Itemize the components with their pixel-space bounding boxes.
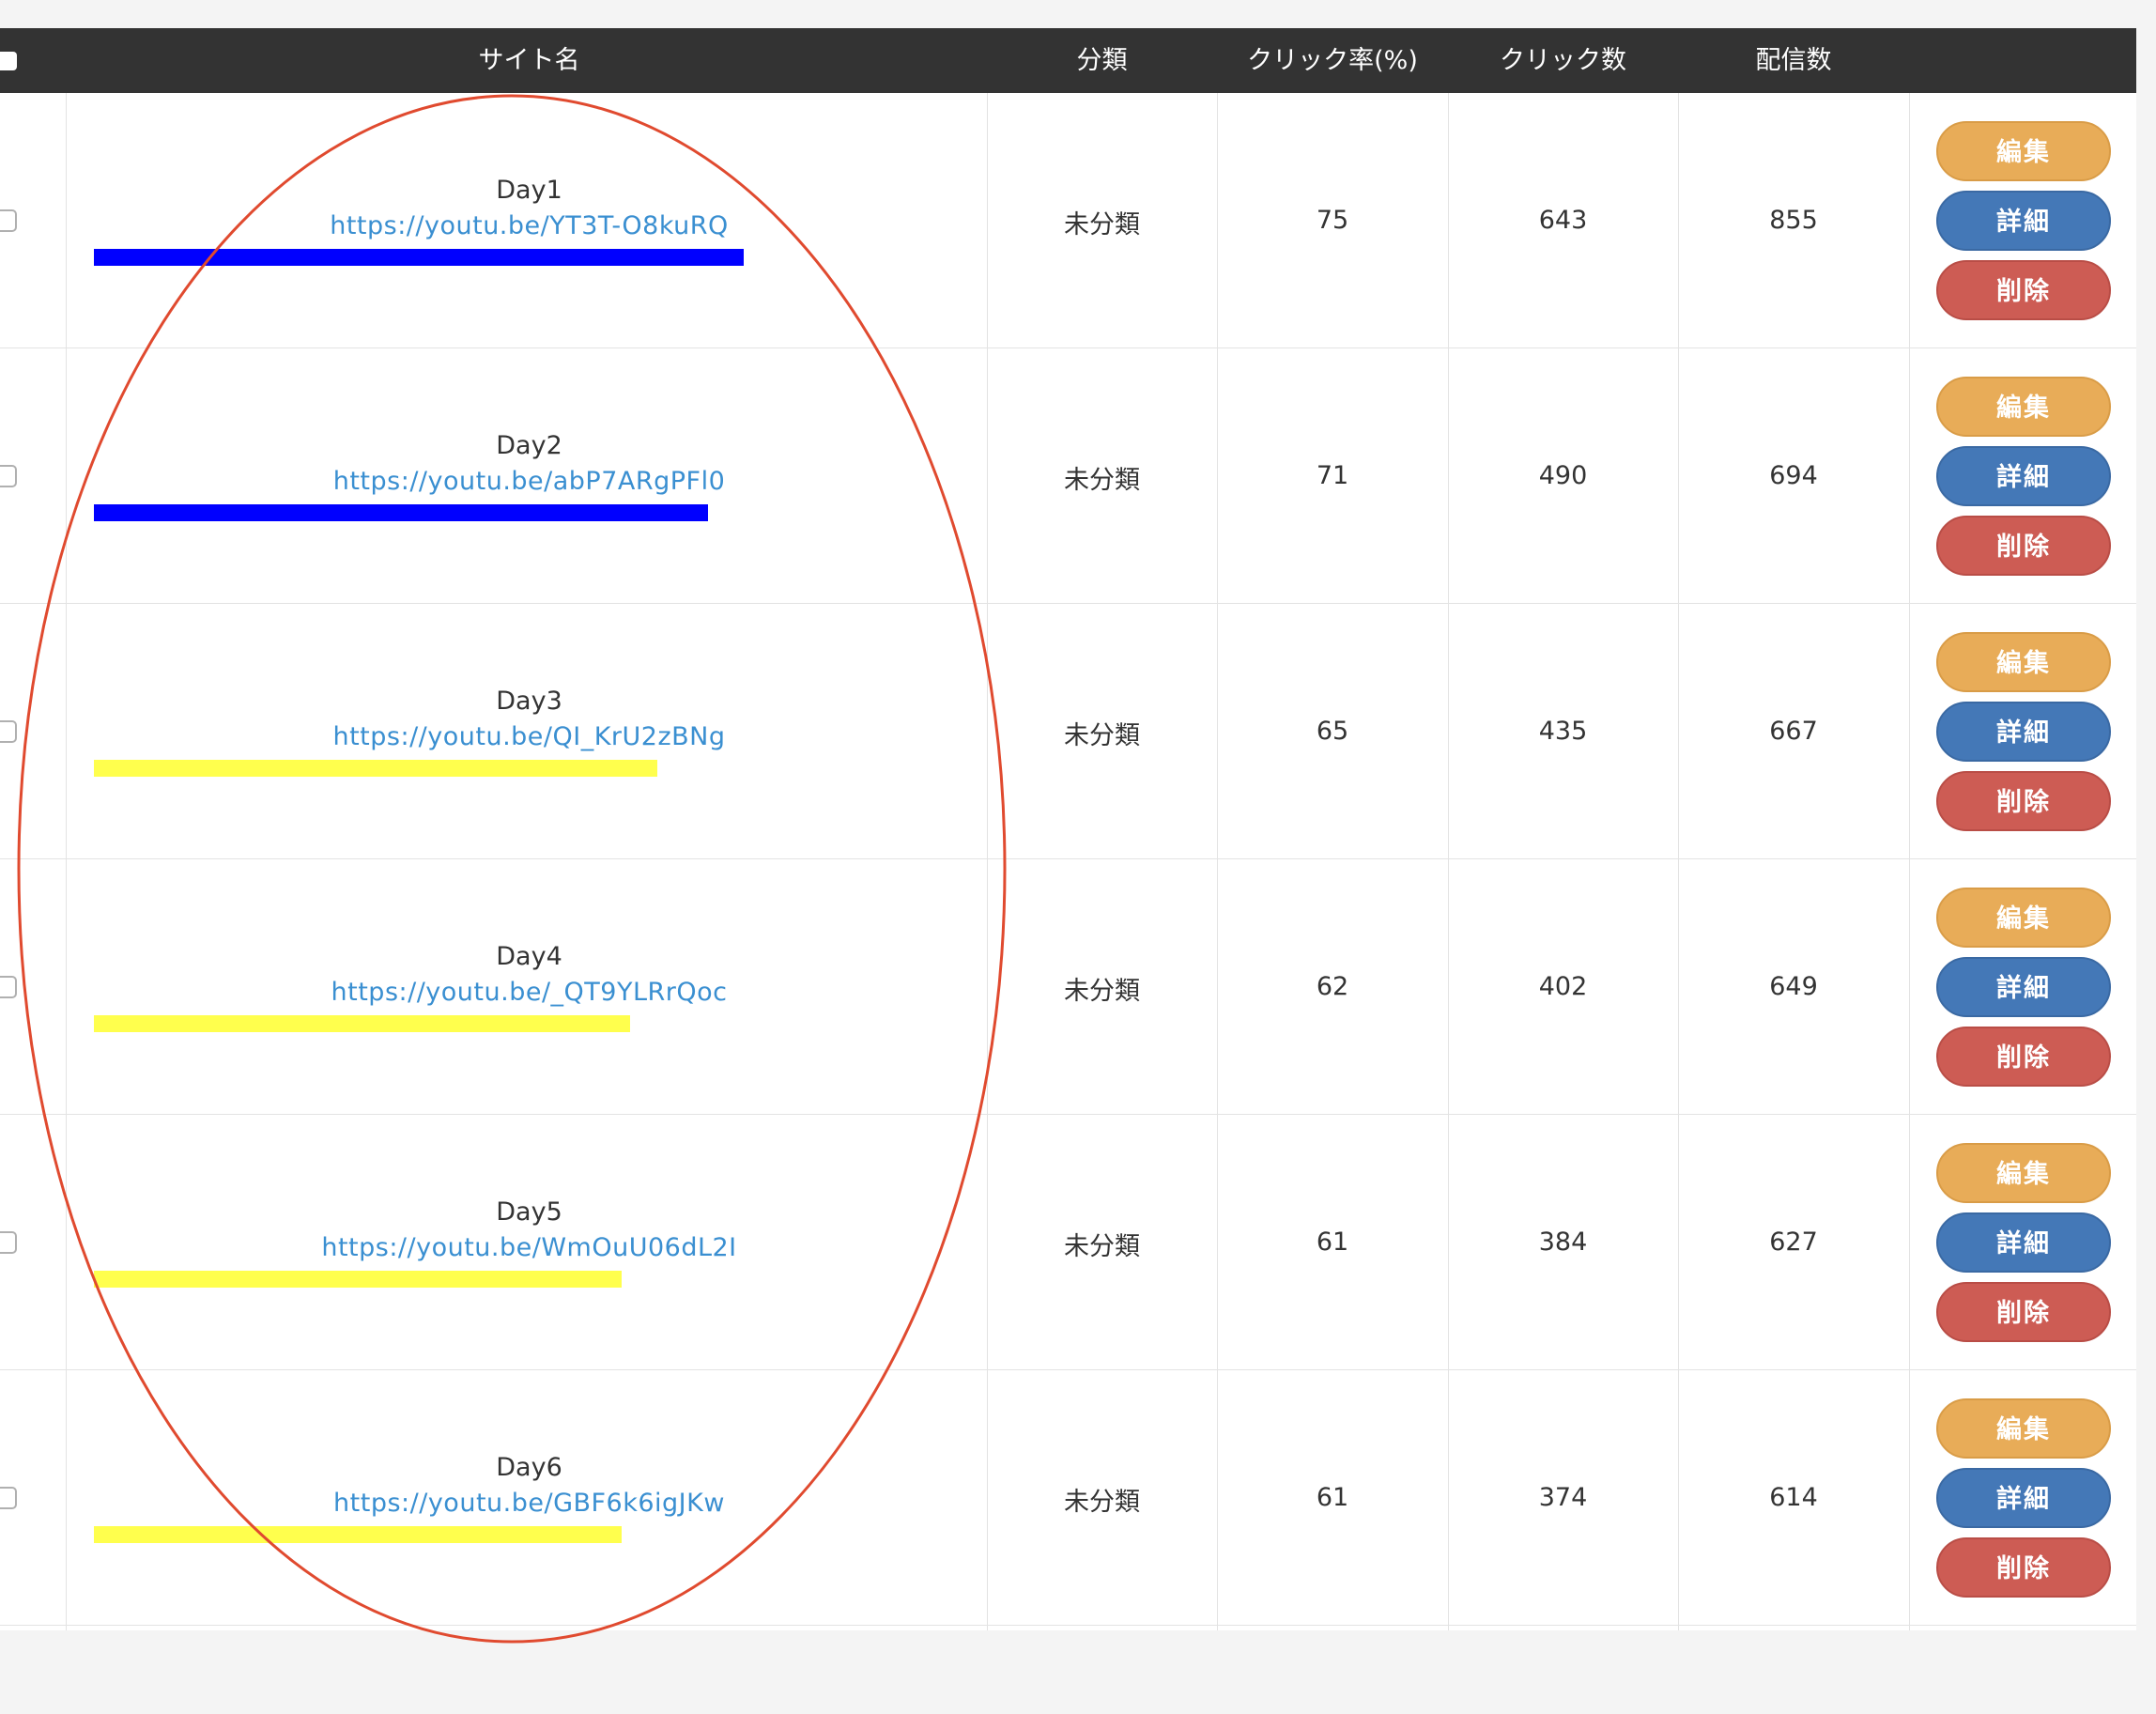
detail-button[interactable]: 詳細 xyxy=(1936,191,2111,251)
detail-button[interactable]: 詳細 xyxy=(1936,702,2111,762)
deliveries-cell: 855 xyxy=(1769,206,1818,235)
deliveries-cell: 627 xyxy=(1769,1228,1818,1257)
table-row: Day1 https://youtu.be/YT3T-O8kuRQ 未分類 75… xyxy=(0,93,2136,348)
ctr-cell: 61 xyxy=(1316,1228,1349,1257)
edit-button[interactable]: 編集 xyxy=(1936,1398,2111,1459)
category-cell: 未分類 xyxy=(1064,1488,1140,1517)
table-row: Day3 https://youtu.be/QI_KrU2zBNg 未分類 65… xyxy=(0,604,2136,859)
edit-button[interactable]: 編集 xyxy=(1936,632,2111,692)
highlight-marker xyxy=(94,1526,622,1543)
site-title: Day2 xyxy=(496,431,562,460)
report-table: サイト名 分類 クリック率(%) クリック数 配信数 Day1 https://… xyxy=(0,28,2136,1630)
header-ctr[interactable]: クリック率(%) xyxy=(1217,28,1448,93)
site-title: Day5 xyxy=(496,1197,562,1227)
delete-button[interactable]: 削除 xyxy=(1936,516,2111,576)
highlight-marker xyxy=(94,249,744,266)
site-title: Day3 xyxy=(496,687,562,716)
detail-button[interactable]: 詳細 xyxy=(1936,446,2111,506)
edit-button[interactable]: 編集 xyxy=(1936,1143,2111,1203)
site-url-link[interactable]: https://youtu.be/YT3T-O8kuRQ xyxy=(67,211,992,240)
table-row: Day4 https://youtu.be/_QT9YLRrQoc 未分類 62… xyxy=(0,859,2136,1115)
row-checkbox[interactable] xyxy=(0,209,17,232)
site-url-link[interactable]: https://youtu.be/WmOuU06dL2I xyxy=(67,1233,992,1262)
deliveries-cell: 614 xyxy=(1769,1483,1818,1512)
select-all-checkbox[interactable] xyxy=(0,52,17,70)
row-checkbox[interactable] xyxy=(0,1487,17,1509)
edit-button[interactable]: 編集 xyxy=(1936,121,2111,181)
delete-button[interactable]: 削除 xyxy=(1936,260,2111,320)
ctr-cell: 65 xyxy=(1316,717,1349,746)
row-checkbox[interactable] xyxy=(0,976,17,998)
highlight-marker xyxy=(94,1271,622,1288)
clicks-cell: 435 xyxy=(1538,717,1588,746)
site-url-link[interactable]: https://youtu.be/abP7ARgPFl0 xyxy=(67,467,992,496)
highlight-marker xyxy=(94,504,708,521)
edit-button[interactable]: 編集 xyxy=(1936,377,2111,437)
site-url-link[interactable]: https://youtu.be/_QT9YLRrQoc xyxy=(67,978,992,1007)
ctr-cell: 71 xyxy=(1316,461,1349,490)
delete-button[interactable]: 削除 xyxy=(1936,1537,2111,1598)
ctr-cell: 62 xyxy=(1316,972,1349,1001)
detail-button[interactable]: 詳細 xyxy=(1936,1468,2111,1528)
clicks-cell: 374 xyxy=(1538,1483,1588,1512)
delete-button[interactable]: 削除 xyxy=(1936,1027,2111,1087)
row-checkbox[interactable] xyxy=(0,1231,17,1254)
header-deliveries[interactable]: 配信数 xyxy=(1678,28,1909,93)
detail-button[interactable]: 詳細 xyxy=(1936,1212,2111,1273)
site-url-link[interactable]: https://youtu.be/GBF6k6igJKw xyxy=(67,1489,992,1518)
clicks-cell: 402 xyxy=(1538,972,1588,1001)
deliveries-cell: 694 xyxy=(1769,461,1818,490)
edit-button[interactable]: 編集 xyxy=(1936,888,2111,948)
detail-button[interactable]: 詳細 xyxy=(1936,957,2111,1017)
category-cell: 未分類 xyxy=(1064,466,1140,495)
deliveries-cell: 649 xyxy=(1769,972,1818,1001)
category-cell: 未分類 xyxy=(1064,210,1140,239)
row-checkbox[interactable] xyxy=(0,720,17,743)
deliveries-cell: 667 xyxy=(1769,717,1818,746)
site-url-link[interactable]: https://youtu.be/QI_KrU2zBNg xyxy=(67,722,992,751)
table-row: Day5 https://youtu.be/WmOuU06dL2I 未分類 61… xyxy=(0,1115,2136,1370)
clicks-cell: 384 xyxy=(1538,1228,1588,1257)
table-row: Day6 https://youtu.be/GBF6k6igJKw 未分類 61… xyxy=(0,1370,2136,1626)
table-row: Day2 https://youtu.be/abP7ARgPFl0 未分類 71… xyxy=(0,348,2136,604)
ctr-cell: 75 xyxy=(1316,206,1349,235)
ctr-cell: 61 xyxy=(1316,1483,1349,1512)
header-category[interactable]: 分類 xyxy=(987,28,1217,93)
site-title: Day1 xyxy=(496,176,562,205)
highlight-marker xyxy=(94,1015,630,1032)
row-checkbox[interactable] xyxy=(0,465,17,487)
highlight-marker xyxy=(94,760,657,777)
delete-button[interactable]: 削除 xyxy=(1936,771,2111,831)
site-title: Day4 xyxy=(496,942,562,971)
category-cell: 未分類 xyxy=(1064,977,1140,1006)
clicks-cell: 490 xyxy=(1538,461,1588,490)
header-site-name[interactable]: サイト名 xyxy=(67,28,992,93)
category-cell: 未分類 xyxy=(1064,1232,1140,1261)
site-title: Day6 xyxy=(496,1453,562,1482)
delete-button[interactable]: 削除 xyxy=(1936,1282,2111,1342)
clicks-cell: 643 xyxy=(1538,206,1588,235)
category-cell: 未分類 xyxy=(1064,721,1140,750)
header-clicks[interactable]: クリック数 xyxy=(1448,28,1678,93)
table-header: サイト名 分類 クリック率(%) クリック数 配信数 xyxy=(0,28,2136,93)
